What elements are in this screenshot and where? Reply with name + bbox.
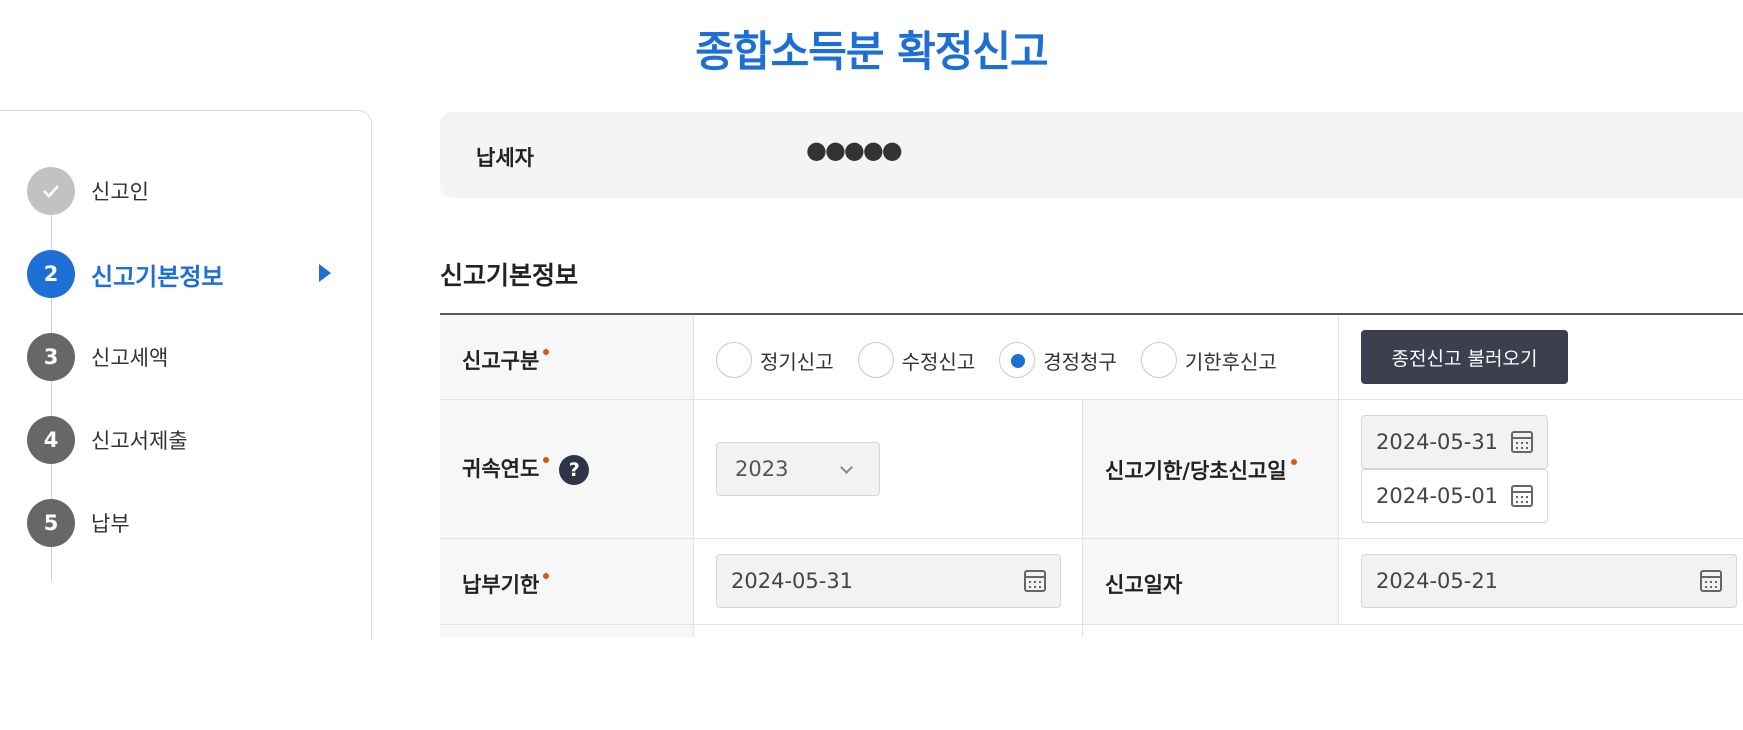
- chevron-down-icon: [840, 461, 853, 474]
- report-type-header: 신고구분: [440, 315, 694, 400]
- required-mark: [543, 573, 550, 579]
- deadline-date-field[interactable]: 2024-05-31: [1361, 415, 1548, 469]
- report-date-value: 2024-05-21: [1376, 569, 1499, 593]
- radio-amended[interactable]: 수정신고: [857, 342, 976, 378]
- tax-year-cell: 2023: [694, 400, 1083, 539]
- caret-right-icon: [319, 264, 331, 282]
- load-previous-report-button[interactable]: 종전신고 불러오기: [1361, 330, 1568, 384]
- payment-deadline-value: 2024-05-31: [731, 569, 854, 593]
- report-date-field[interactable]: 2024-05-21: [1361, 554, 1737, 608]
- payment-deadline-header: 납부기한: [440, 539, 694, 625]
- payment-deadline-label: 납부기한: [462, 573, 540, 597]
- radio-label: 수정신고: [901, 349, 976, 374]
- radio-label: 정기신고: [760, 349, 834, 374]
- taxpayer-panel: 납세자 ●●●●●: [440, 112, 1743, 198]
- radio-button[interactable]: [1140, 342, 1177, 378]
- report-date-label: 신고일자: [1105, 573, 1183, 597]
- radio-correction-claim[interactable]: 경정청구: [999, 342, 1117, 378]
- original-report-date-field[interactable]: 2024-05-01: [1361, 469, 1548, 523]
- original-report-date-value: 2024-05-01: [1376, 484, 1499, 508]
- next-row-header-partial: [440, 625, 694, 637]
- step-item-tax-amount[interactable]: 3 신고세액: [27, 333, 347, 381]
- radio-regular[interactable]: 정기신고: [716, 342, 834, 378]
- step-sidebar: 신고인 2 신고기본정보 3 신고세액 4 신고서제출 5 납부: [0, 110, 372, 640]
- calendar-icon[interactable]: [1511, 485, 1533, 507]
- report-date-header: 신고일자: [1083, 539, 1339, 625]
- tax-year-select[interactable]: 2023: [716, 442, 880, 496]
- radio-button[interactable]: [857, 342, 894, 378]
- report-deadline-header: 신고기한/당초신고일: [1083, 400, 1339, 539]
- step-label: 신고서제출: [91, 429, 188, 453]
- step-item-submission[interactable]: 4 신고서제출: [27, 416, 347, 464]
- deadline-date-value: 2024-05-31: [1376, 430, 1499, 454]
- step-label: 신고인: [91, 180, 149, 204]
- step-number: 4: [27, 416, 75, 464]
- step-item-payment[interactable]: 5 납부: [27, 499, 347, 547]
- check-icon: [27, 167, 75, 215]
- load-previous-cell: 종전신고 불러오기: [1339, 315, 1743, 400]
- taxpayer-masked-name: ●●●●●: [806, 136, 903, 164]
- calendar-icon[interactable]: [1700, 570, 1722, 592]
- radio-button[interactable]: [716, 342, 752, 378]
- required-mark: [543, 349, 550, 355]
- step-label: 납부: [91, 512, 130, 536]
- step-number: 2: [27, 250, 75, 298]
- report-deadline-cell: 2024-05-31 2024-05-01: [1339, 400, 1743, 539]
- report-deadline-label: 신고기한/당초신고일: [1105, 459, 1287, 483]
- question-icon[interactable]: ?: [559, 455, 590, 485]
- calendar-icon[interactable]: [1511, 431, 1533, 453]
- step-number: 5: [27, 499, 75, 547]
- radio-late-report[interactable]: 기한후신고: [1140, 342, 1277, 378]
- payment-deadline-cell: 2024-05-31: [694, 539, 1083, 625]
- payment-deadline-field[interactable]: 2024-05-31: [716, 554, 1061, 608]
- radio-button-selected[interactable]: [999, 342, 1036, 378]
- page-title: 종합소득분 확정신고: [695, 27, 1048, 76]
- tax-year-value: 2023: [735, 457, 789, 481]
- report-type-radio-group: 정기신고 수정신고 경정청구 기한후신고: [716, 342, 1301, 378]
- required-mark: [543, 457, 550, 463]
- radio-label: 경정청구: [1043, 349, 1117, 374]
- calendar-icon[interactable]: [1024, 570, 1046, 592]
- report-date-cell: 2024-05-21: [1339, 539, 1743, 625]
- report-type-label: 신고구분: [462, 349, 540, 373]
- step-label: 신고기본정보: [91, 262, 224, 291]
- taxpayer-label: 납세자: [476, 146, 534, 170]
- tax-year-header: 귀속연도?: [440, 400, 694, 539]
- radio-label: 기한후신고: [1184, 349, 1277, 374]
- step-number: 3: [27, 333, 75, 381]
- step-item-reporter[interactable]: 신고인: [27, 167, 347, 215]
- step-label: 신고세액: [91, 346, 169, 370]
- step-item-basic-info[interactable]: 2 신고기본정보: [27, 250, 347, 298]
- section-title: 신고기본정보: [440, 261, 579, 290]
- report-type-options: 정기신고 수정신고 경정청구 기한후신고: [694, 315, 1339, 400]
- tax-year-label: 귀속연도: [462, 457, 540, 481]
- next-row-cell-partial: [694, 625, 1083, 637]
- required-mark: [1290, 459, 1297, 465]
